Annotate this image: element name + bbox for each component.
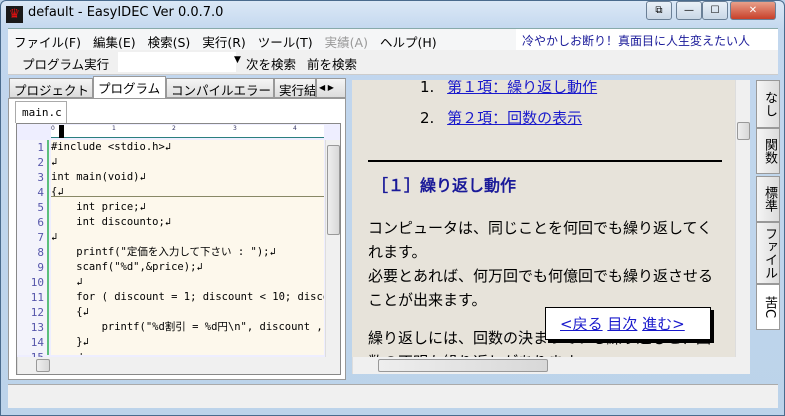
code-line: {↲ — [51, 186, 64, 198]
doc-vertical-scrollbar[interactable] — [735, 80, 750, 357]
tutorial-document: 1. 第１項：繰り返し動作 2. 第２項：回数の表示 ［１］繰り返し動作 コンピ… — [352, 80, 735, 357]
side-tab-file[interactable]: ファイル — [756, 222, 780, 284]
side-tab-standard[interactable]: 標準 — [756, 176, 780, 222]
cursor-marker — [59, 125, 64, 138]
code-line: }↲ — [51, 336, 89, 348]
code-line: ↲ — [51, 156, 58, 168]
ruler: 01234 — [51, 125, 324, 138]
page-nav-box: <戻る 目次 進む> — [545, 307, 711, 340]
line-number: 11 — [30, 291, 44, 304]
toc-link[interactable]: 第１項：繰り返し動作 — [447, 80, 597, 96]
code-line: int main(void)↲ — [51, 171, 146, 183]
find-next-button[interactable]: 次を検索 — [246, 54, 296, 73]
index-link[interactable]: 目次 — [607, 315, 637, 333]
menu-bar: ファイル(F) 編集(E) 検索(S) 実行(R) ツール(T) 実績(A) ヘルプ(H) … — [8, 28, 778, 69]
line-number: 7 — [37, 231, 44, 244]
side-tab-kuc[interactable]: 苦C — [756, 284, 780, 330]
tab-program[interactable]: プログラム — [93, 76, 166, 99]
line-number: 1 — [37, 141, 44, 154]
extra-window-button[interactable]: ⧉ — [646, 1, 672, 20]
search-input[interactable] — [118, 52, 236, 72]
tab-compile-error[interactable]: コンパイルエラー — [166, 78, 274, 98]
file-tab-main-c[interactable]: main.c — [15, 101, 67, 123]
status-bar — [8, 384, 778, 408]
toc-item: 1. 第１項：繰り返し動作 — [420, 80, 598, 96]
line-number: 13 — [30, 321, 44, 334]
close-button[interactable]: ✕ — [730, 1, 776, 20]
toc-link[interactable]: 第２項：回数の表示 — [447, 109, 582, 127]
scrollbar-thumb[interactable] — [327, 145, 340, 235]
current-line-marker — [51, 196, 324, 197]
line-number: 12 — [30, 306, 44, 319]
code-line: ↲ — [51, 276, 83, 288]
maximize-button[interactable]: ☐ — [702, 1, 728, 20]
search-dropdown-icon[interactable]: ▼ — [234, 55, 241, 65]
scrollbar-thumb[interactable] — [737, 122, 750, 140]
divider — [368, 160, 722, 162]
find-prev-button[interactable]: 前を検索 — [307, 54, 357, 73]
next-link[interactable]: 進む> — [642, 315, 685, 333]
doc-horizontal-scrollbar[interactable] — [352, 357, 750, 374]
run-program-button[interactable]: プログラム実行 — [22, 54, 109, 73]
line-number: 10 — [30, 276, 44, 289]
side-tab-none[interactable]: なし — [756, 80, 780, 128]
tab-scroll-arrows-icon[interactable]: ◀ ▶ — [316, 78, 346, 98]
scrollbar-thumb[interactable] — [378, 359, 548, 372]
window-title: default - EasyIDEC Ver 0.0.7.0 — [28, 5, 224, 20]
line-number: 2 — [37, 156, 44, 169]
toc-item: 2. 第２項：回数の表示 — [420, 109, 583, 127]
paragraph: コンピュータは、同じことを何回でも繰り返してくれます。 — [368, 219, 713, 261]
back-link[interactable]: <戻る — [560, 315, 603, 333]
tab-run-result[interactable]: 実行結 — [274, 78, 316, 98]
code-line: {↲ — [51, 306, 89, 318]
line-number: 9 — [37, 261, 44, 274]
code-area[interactable]: #include <stdio.h>↲ ↲ int main(void)↲ {↲ in… — [51, 140, 324, 355]
app-logo-icon: ♛ — [6, 6, 23, 23]
toolbar: プログラム実行 ▼ 次を検索 前を検索 — [8, 50, 778, 75]
paragraph: 必要とあれば、何万回でも何億回でも繰り返させることが出来ます。 — [368, 267, 714, 309]
line-number: 6 — [37, 216, 44, 229]
line-number: 4 — [37, 186, 44, 199]
code-line: ↲ — [51, 231, 58, 243]
side-tab-functions[interactable]: 関数 — [756, 128, 780, 174]
code-line: printf("%d割引 = %d円\n", discount , p — [51, 321, 324, 333]
minimize-button[interactable]: — — [676, 1, 702, 20]
code-line: ↲ — [51, 350, 324, 355]
code-line: scanf("%d",&price);↲ — [51, 261, 203, 273]
tab-project[interactable]: プロジェクト — [9, 78, 93, 98]
code-line: int price;↲ — [51, 201, 146, 213]
section-heading: ［１］繰り返し動作 — [372, 176, 517, 195]
editor-vertical-scrollbar[interactable] — [325, 140, 340, 357]
line-number: 14 — [30, 336, 44, 349]
line-number: 3 — [37, 171, 44, 184]
line-number: 5 — [37, 201, 44, 214]
code-line: int discounto;↲ — [51, 216, 172, 228]
code-line: for ( discount = 1; discount < 10; disco… — [51, 291, 324, 303]
editor-horizontal-scrollbar[interactable] — [17, 357, 340, 374]
code-line: #include <stdio.h>↲ — [51, 141, 172, 153]
line-number: 8 — [37, 246, 44, 259]
line-numbers: 123456789101112131415 — [17, 140, 49, 364]
scrollbar-thumb[interactable] — [36, 359, 50, 372]
code-line: printf("定価を入力して下さい : ");↲ — [51, 246, 276, 258]
